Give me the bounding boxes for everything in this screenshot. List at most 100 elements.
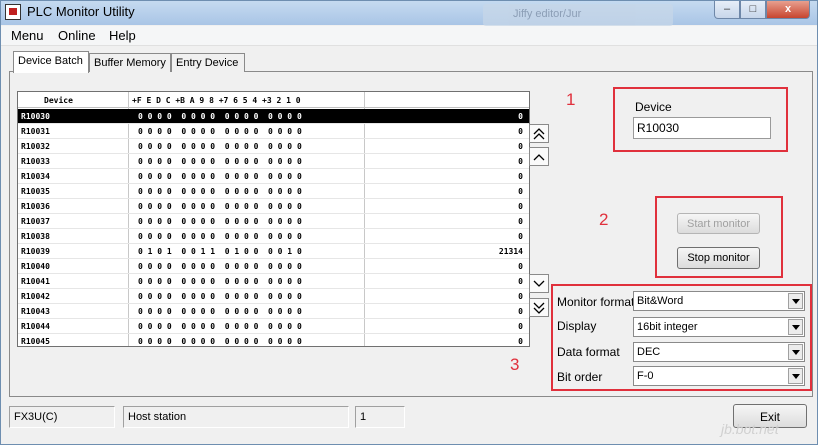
row-value: 0 [518, 157, 523, 166]
double-chevron-down-icon [533, 302, 545, 314]
device-label: Device [635, 100, 672, 114]
table-row[interactable]: R10038 0 0 0 0 0 0 0 0 0 0 0 0 0 0 0 0 0 [18, 229, 529, 244]
tab-device-batch[interactable]: Device Batch [13, 51, 89, 73]
table-row[interactable]: R10041 0 0 0 0 0 0 0 0 0 0 0 0 0 0 0 0 0 [18, 274, 529, 289]
row-bits: 0 0 0 0 0 0 0 0 0 0 0 0 0 0 0 0 [138, 202, 302, 211]
row-bits: 0 0 0 0 0 0 0 0 0 0 0 0 0 0 0 0 [138, 157, 302, 166]
minimize-button[interactable]: – [714, 1, 740, 19]
table-row[interactable]: R10044 0 0 0 0 0 0 0 0 0 0 0 0 0 0 0 0 0 [18, 319, 529, 334]
bit-order-select[interactable]: F-0 [633, 366, 805, 386]
tab-entry-device[interactable]: Entry Device [171, 53, 245, 72]
table-row[interactable]: R10031 0 0 0 0 0 0 0 0 0 0 0 0 0 0 0 0 0 [18, 124, 529, 139]
row-bits: 0 0 0 0 0 0 0 0 0 0 0 0 0 0 0 0 [138, 142, 302, 151]
table-row[interactable]: R10035 0 0 0 0 0 0 0 0 0 0 0 0 0 0 0 0 0 [18, 184, 529, 199]
table-row[interactable]: R10043 0 0 0 0 0 0 0 0 0 0 0 0 0 0 0 0 0 [18, 304, 529, 319]
annotation-1: 1 [566, 90, 576, 109]
data-format-select[interactable]: DEC [633, 342, 805, 362]
chevron-down-icon [788, 293, 803, 309]
row-bits: 0 0 0 0 0 0 0 0 0 0 0 0 0 0 0 0 [138, 127, 302, 136]
chevron-down-icon [788, 368, 803, 384]
display-select[interactable]: 16bit integer [633, 317, 805, 337]
chevron-down-icon [788, 319, 803, 335]
row-value: 0 [518, 142, 523, 151]
row-device: R10031 [21, 127, 50, 136]
row-value: 0 [518, 307, 523, 316]
table-row[interactable]: R10039 0 1 0 1 0 0 1 1 0 1 0 0 0 0 1 0 213… [18, 244, 529, 259]
table-row[interactable]: R10033 0 0 0 0 0 0 0 0 0 0 0 0 0 0 0 0 0 [18, 154, 529, 169]
start-monitor-button[interactable]: Start monitor [677, 213, 760, 234]
grid-header-bits: +F E D C +B A 9 8 +7 6 5 4 +3 2 1 0 [132, 96, 301, 105]
row-value: 0 [518, 322, 523, 331]
row-value: 0 [518, 262, 523, 271]
grid-header: Device +F E D C +B A 9 8 +7 6 5 4 +3 2 1… [18, 92, 529, 108]
row-value: 0 [518, 172, 523, 181]
menu-bar: Menu Online Help [1, 26, 817, 46]
status-station: Host station [123, 406, 349, 428]
table-row[interactable]: R10032 0 0 0 0 0 0 0 0 0 0 0 0 0 0 0 0 0 [18, 139, 529, 154]
row-bits: 0 0 0 0 0 0 0 0 0 0 0 0 0 0 0 0 [138, 292, 302, 301]
row-bits: 0 0 0 0 0 0 0 0 0 0 0 0 0 0 0 0 [138, 337, 302, 346]
table-row[interactable]: R10034 0 0 0 0 0 0 0 0 0 0 0 0 0 0 0 0 0 [18, 169, 529, 184]
table-row[interactable]: R10040 0 0 0 0 0 0 0 0 0 0 0 0 0 0 0 0 0 [18, 259, 529, 274]
app-window: PLC Monitor Utility Jiffy editor/Jur – □… [0, 0, 818, 445]
scroll-up-button[interactable] [529, 147, 549, 166]
device-grid[interactable]: Device +F E D C +B A 9 8 +7 6 5 4 +3 2 1… [17, 91, 530, 347]
menu-help[interactable]: Help [109, 28, 136, 43]
annotation-3: 3 [510, 355, 520, 374]
row-bits: 0 0 0 0 0 0 0 0 0 0 0 0 0 0 0 0 [138, 172, 302, 181]
background-taskbar-item: Jiffy editor/Jur [483, 4, 673, 26]
row-bits: 0 0 0 0 0 0 0 0 0 0 0 0 0 0 0 0 [138, 307, 302, 316]
row-value: 0 [518, 337, 523, 346]
chevron-down-icon [788, 344, 803, 360]
menu-menu[interactable]: Menu [11, 28, 44, 43]
row-value: 0 [518, 277, 523, 286]
maximize-button[interactable]: □ [740, 1, 766, 19]
row-bits: 0 0 0 0 0 0 0 0 0 0 0 0 0 0 0 0 [138, 262, 302, 271]
row-bits: 0 0 0 0 0 0 0 0 0 0 0 0 0 0 0 0 [138, 112, 302, 121]
row-value: 0 [518, 232, 523, 241]
close-button[interactable]: x [766, 1, 810, 19]
status-number: 1 [355, 406, 405, 428]
chevron-up-icon [533, 154, 545, 161]
row-device: R10042 [21, 292, 50, 301]
table-row[interactable]: R10045 0 0 0 0 0 0 0 0 0 0 0 0 0 0 0 0 0 [18, 334, 529, 346]
row-bits: 0 0 0 0 0 0 0 0 0 0 0 0 0 0 0 0 [138, 232, 302, 241]
row-device: R10033 [21, 157, 50, 166]
row-device: R10032 [21, 142, 50, 151]
window-title: PLC Monitor Utility [27, 4, 135, 19]
row-device: R10037 [21, 217, 50, 226]
row-device: R10041 [21, 277, 50, 286]
display-value: 16bit integer [637, 321, 698, 333]
table-row[interactable]: R10037 0 0 0 0 0 0 0 0 0 0 0 0 0 0 0 0 0 [18, 214, 529, 229]
stop-monitor-button[interactable]: Stop monitor [677, 247, 760, 269]
bit-order-label: Bit order [557, 370, 603, 384]
annotation-2: 2 [599, 210, 609, 229]
tab-buffer-memory[interactable]: Buffer Memory [89, 53, 171, 72]
double-chevron-up-icon [533, 128, 545, 140]
page-down-button[interactable] [529, 298, 549, 317]
row-value: 0 [518, 112, 523, 121]
display-label: Display [557, 319, 597, 333]
status-plc-type: FX3U(C) [9, 406, 115, 428]
table-row[interactable]: R10042 0 0 0 0 0 0 0 0 0 0 0 0 0 0 0 0 0 [18, 289, 529, 304]
scroll-down-button[interactable] [529, 274, 549, 293]
row-value: 0 [518, 292, 523, 301]
app-icon [5, 4, 21, 20]
monitor-format-label: Monitor format [557, 295, 635, 309]
row-bits: 0 0 0 0 0 0 0 0 0 0 0 0 0 0 0 0 [138, 217, 302, 226]
page-up-button[interactable] [529, 124, 549, 143]
monitor-format-value: Bit&Word [637, 295, 684, 307]
menu-online[interactable]: Online [58, 28, 96, 43]
row-bits: 0 1 0 1 0 0 1 1 0 1 0 0 0 0 1 0 [138, 247, 302, 256]
table-row[interactable]: R10030 0 0 0 0 0 0 0 0 0 0 0 0 0 0 0 0 0 [18, 109, 529, 124]
row-device: R10040 [21, 262, 50, 271]
monitor-format-select[interactable]: Bit&Word [633, 291, 805, 311]
row-bits: 0 0 0 0 0 0 0 0 0 0 0 0 0 0 0 0 [138, 277, 302, 286]
row-device: R10044 [21, 322, 50, 331]
title-bar: PLC Monitor Utility Jiffy editor/Jur – □… [1, 1, 817, 26]
device-input[interactable] [633, 117, 771, 139]
chevron-down-icon [533, 280, 545, 287]
row-device: R10036 [21, 202, 50, 211]
watermark: jb.bot.net [721, 421, 779, 437]
table-row[interactable]: R10036 0 0 0 0 0 0 0 0 0 0 0 0 0 0 0 0 0 [18, 199, 529, 214]
